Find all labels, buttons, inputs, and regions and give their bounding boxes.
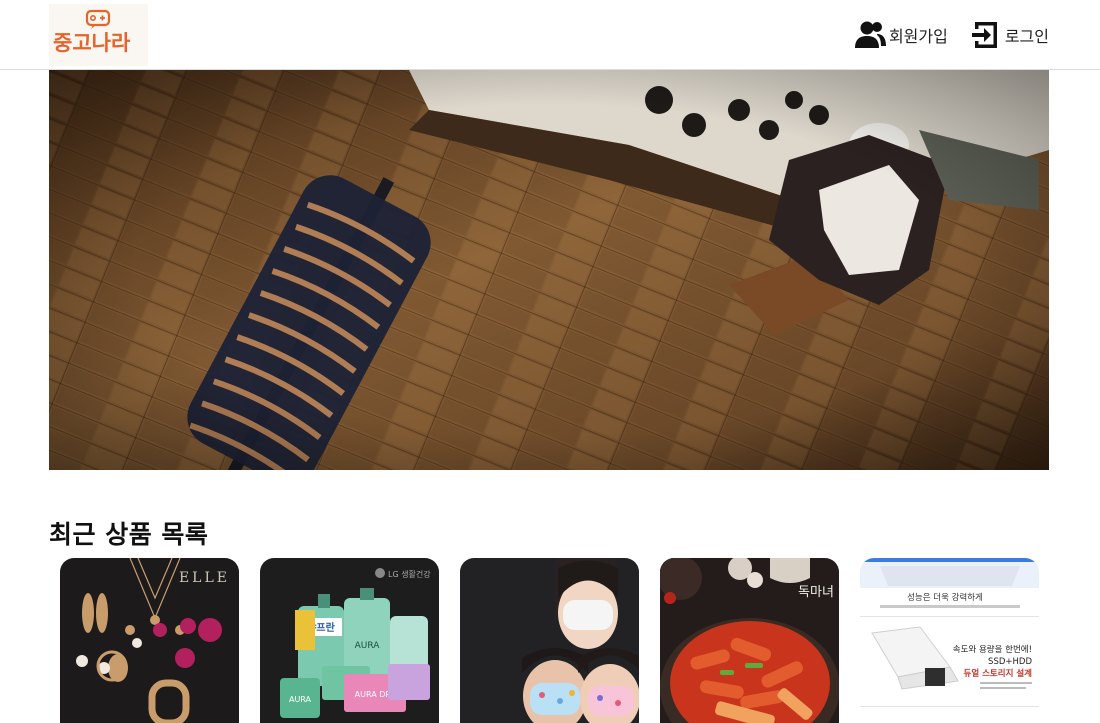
promo-line: 듀얼 스토리지 설계: [964, 668, 1033, 679]
header: 중고나라 회원가입 로그인: [0, 0, 1100, 70]
signup-link[interactable]: 회원가입: [853, 18, 948, 52]
product-card[interactable]: 성능은 더욱 강력하게 속도와 용량을 한번에! SSD+HDD 듀얼 스토리지…: [860, 558, 1039, 723]
hero-banner: [49, 70, 1049, 470]
tteokbokki-product-photo: 독마녀: [660, 558, 839, 723]
brand-watermark: ELLE: [179, 570, 230, 586]
section-title: 최근 상품 목록: [49, 520, 209, 549]
product-card[interactable]: [460, 558, 639, 723]
logo-icon: 중고나라: [53, 9, 131, 55]
logo[interactable]: 중고나라: [49, 4, 148, 66]
jewelry-product-photo: ELLE: [60, 558, 239, 723]
detergent-product-photo: LG 생활건강 샤프란 AURA AURA AURA DRY: [260, 558, 439, 723]
pack-label: AURA: [355, 641, 381, 651]
logo-text: 중고나라: [53, 31, 131, 55]
promo-line: SSD+HDD: [988, 657, 1032, 667]
product-card[interactable]: LG 생활건강 샤프란 AURA AURA AURA DRY: [260, 558, 439, 723]
product-card[interactable]: ELLE: [60, 558, 239, 723]
header-nav: 회원가입 로그인: [853, 18, 1049, 52]
promo-line: 속도와 용량을 한번에!: [953, 644, 1032, 655]
login-icon: [969, 18, 1003, 52]
kids-mask-product-photo: [460, 558, 639, 723]
login-label: 로그인: [1004, 27, 1049, 46]
pack-label: AURA: [289, 695, 312, 704]
product-grid: ELLE LG 생활건강 샤프란 AURA AURA AURA DRY 독마녀 …: [60, 558, 1040, 723]
laptop-product-photo: 성능은 더욱 강력하게 속도와 용량을 한번에! SSD+HDD 듀얼 스토리지…: [860, 558, 1039, 723]
clothing-store-floor-photo: [49, 70, 1049, 470]
brand-watermark: LG 생활건강: [388, 569, 431, 579]
brand-watermark: 독마녀: [798, 585, 834, 600]
users-icon: [853, 18, 887, 52]
login-link[interactable]: 로그인: [969, 18, 1049, 52]
promo-line: 성능은 더욱 강력하게: [907, 592, 983, 603]
product-card[interactable]: 독마녀: [660, 558, 839, 723]
signup-label: 회원가입: [888, 27, 948, 46]
